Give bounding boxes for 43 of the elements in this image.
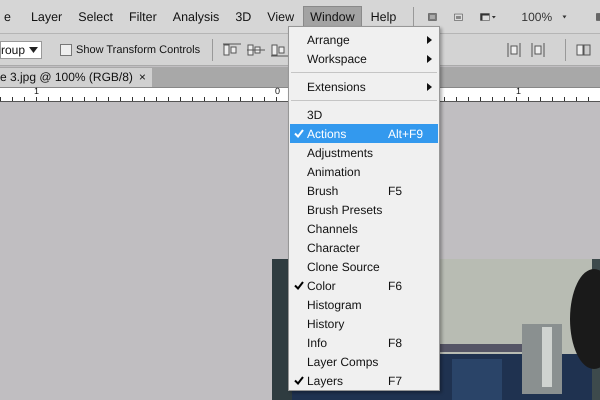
menu-item[interactable]: Adjustments [290,143,438,162]
distribute-icon[interactable] [529,42,548,56]
menu-item[interactable]: Clone Source [290,257,438,276]
menu-item[interactable]: Filter [122,6,164,28]
menu-item[interactable]: Analysis [166,6,226,28]
menu-item[interactable]: Layers F7 [290,371,438,390]
document-tab[interactable]: e 3.jpg @ 100% (RGB/8) [0,68,137,87]
menu-item[interactable]: Window [303,6,362,28]
menu-item[interactable]: Layer [24,6,70,28]
align-icon[interactable] [271,42,290,56]
menu-item[interactable]: History [290,314,438,333]
auto-align-icon[interactable] [576,42,592,56]
menu-item[interactable]: Character [290,238,438,257]
menu-item[interactable]: Color F6 [290,276,438,295]
menu-item[interactable]: Channels [290,219,438,238]
ruler-number: 0 [275,86,280,96]
menu-item[interactable]: e [0,6,18,28]
checkbox-label: Show Transform Controls [76,44,200,56]
menu-item[interactable]: Info F8 [290,333,438,352]
menu-item[interactable]: Brush F5 [290,181,438,200]
close-button[interactable]: × [136,68,152,87]
menu-item[interactable]: Arrange [290,30,438,49]
align-icon[interactable] [223,42,242,56]
menu-item[interactable]: Workspace [290,49,438,68]
distribute-icon[interactable] [505,42,524,56]
menu-item[interactable]: Extensions [290,77,438,96]
checkbox[interactable] [60,44,72,56]
ruler-number: 1 [516,86,522,96]
caret-icon[interactable] [562,12,568,20]
menu-item[interactable]: Help [364,6,404,28]
menu-item[interactable]: Brush Presets [290,200,438,219]
zoom-dropdown[interactable]: 100% [521,10,552,24]
menu-item[interactable]: Layer Comps [290,352,438,371]
align-icon[interactable] [247,42,266,56]
menu-item[interactable]: Histogram [290,295,438,314]
caret-icon [29,46,38,52]
menu-item[interactable]: Select [71,6,120,28]
auto-select-dropdown[interactable]: roup [0,40,42,58]
menu-item[interactable]: 3D [290,105,438,124]
menu-item[interactable]: Animation [290,162,438,181]
ruler-number: 1 [34,86,40,96]
menu-item[interactable]: 3D [228,6,258,28]
menu-item[interactable]: View [260,6,302,28]
